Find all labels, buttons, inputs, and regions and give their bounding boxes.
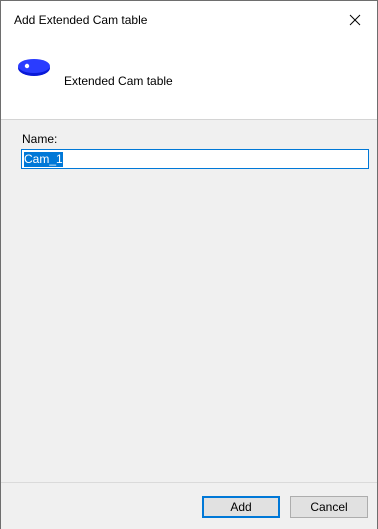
add-button[interactable]: Add	[202, 496, 280, 518]
title-bar: Add Extended Cam table	[1, 1, 377, 39]
close-icon	[349, 14, 361, 26]
name-input-value: Cam_1	[24, 151, 63, 167]
window-title: Add Extended Cam table	[14, 13, 148, 27]
add-extended-cam-table-dialog: Add Extended Cam table Extended Cam tabl…	[0, 0, 378, 529]
header-label: Extended Cam table	[64, 74, 173, 88]
cancel-button[interactable]: Cancel	[290, 496, 368, 518]
name-input[interactable]: Cam_1	[21, 149, 369, 169]
footer: Add Cancel	[1, 482, 377, 529]
name-label: Name:	[22, 132, 58, 146]
cam-icon	[18, 59, 50, 76]
header-panel: Extended Cam table	[1, 39, 377, 120]
form-panel: Name: Cam_1	[1, 120, 377, 482]
close-button[interactable]	[333, 1, 377, 39]
